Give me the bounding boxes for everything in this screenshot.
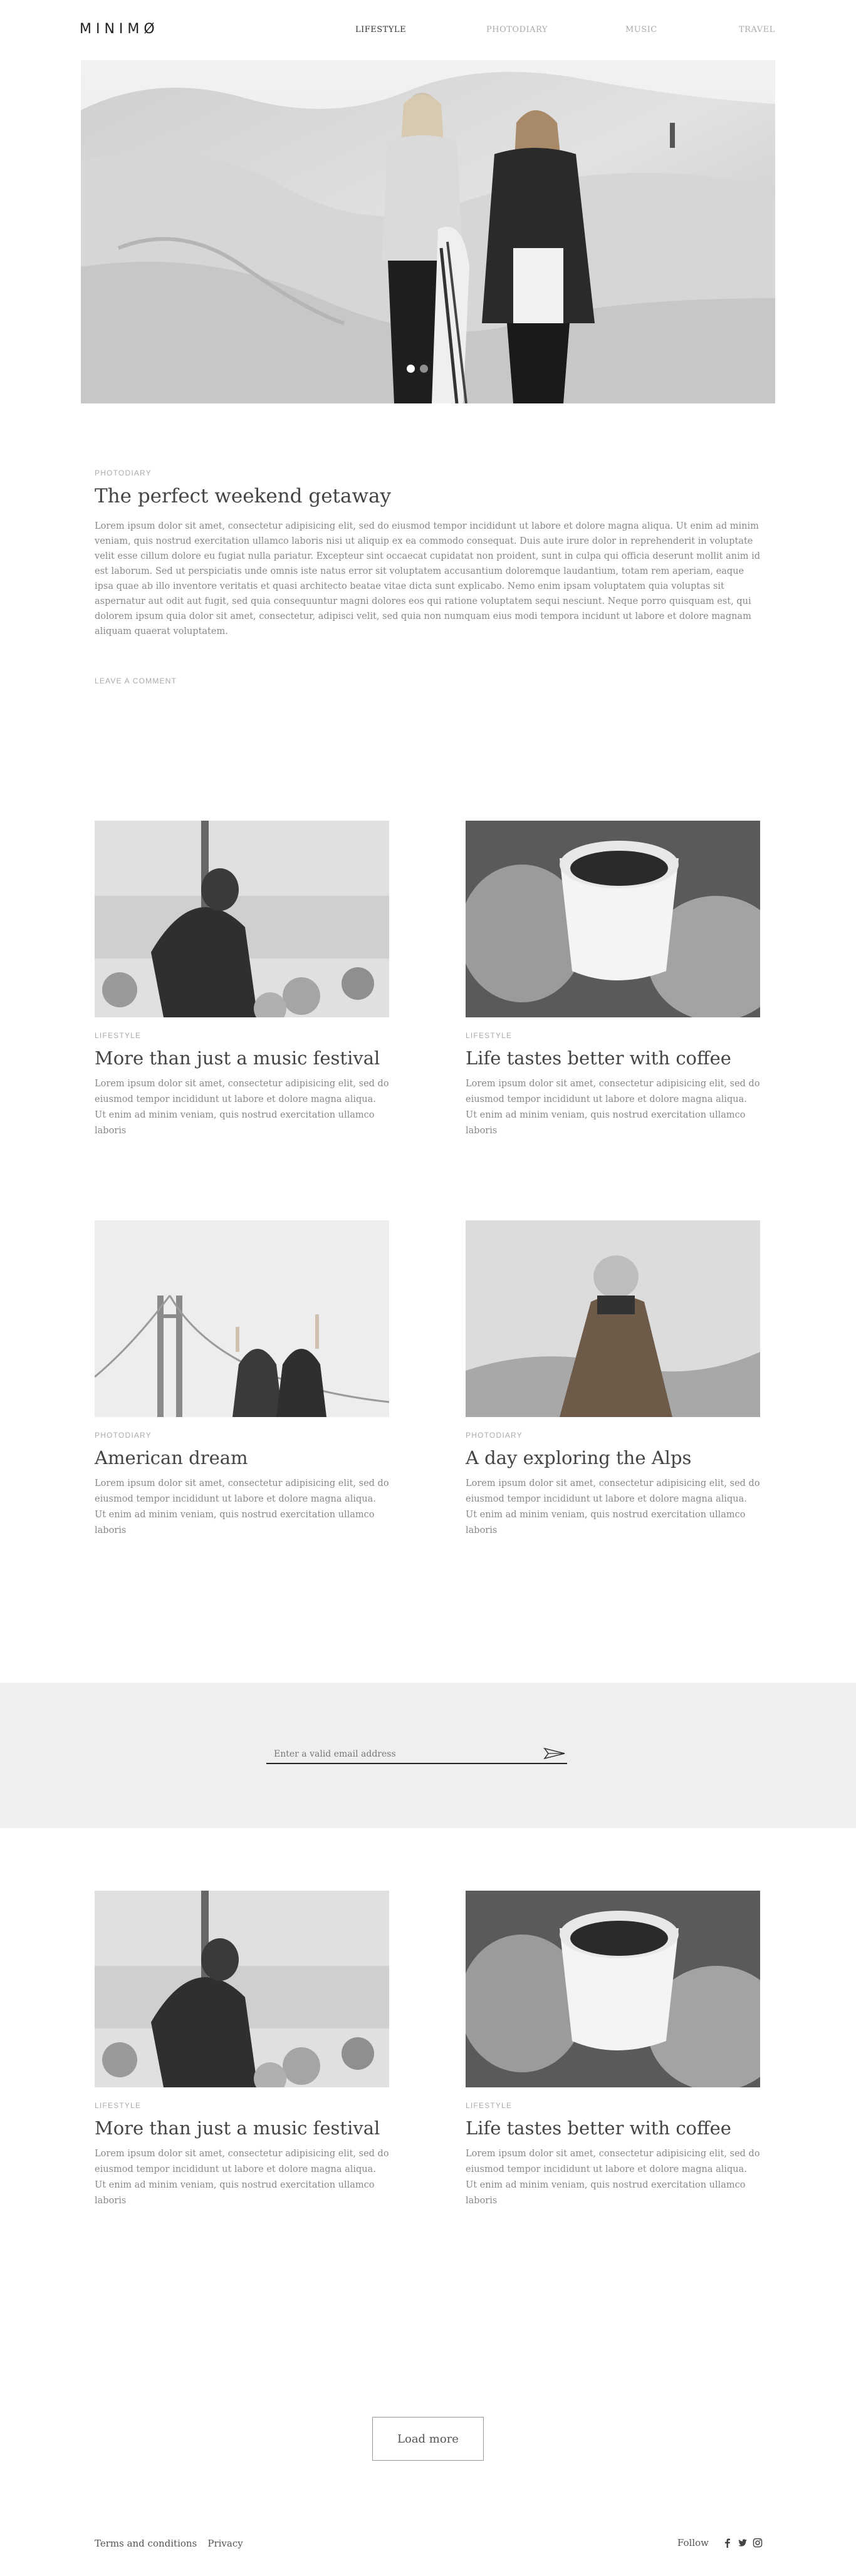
post-category[interactable]: PHOTODIARY xyxy=(466,1431,760,1440)
post-title[interactable]: American dream xyxy=(95,1447,389,1468)
post-title[interactable]: More than just a music festival xyxy=(95,1047,389,1069)
site-header: MINIMØ LIFESTYLE PHOTODIARY MUSIC TRAVEL xyxy=(0,0,856,60)
post-title[interactable]: A day exploring the Alps xyxy=(466,1447,760,1468)
post-card[interactable]: LIFESTYLE Life tastes better with coffee… xyxy=(466,1891,760,2209)
post-card[interactable]: LIFESTYLE Life tastes better with coffee… xyxy=(466,821,760,1139)
post-card[interactable]: LIFESTYLE More than just a music festiva… xyxy=(95,821,389,1139)
email-field[interactable] xyxy=(274,1747,537,1762)
post-thumbnail[interactable] xyxy=(466,1891,760,2087)
coffee-image xyxy=(466,821,760,1017)
post-title[interactable]: More than just a music festival xyxy=(95,2117,389,2139)
footer-social: Follow xyxy=(677,2537,763,2548)
post-category[interactable]: LIFESTYLE xyxy=(95,1031,389,1040)
nav-item-travel[interactable]: TRAVEL xyxy=(739,25,775,34)
follow-label: Follow xyxy=(677,2537,709,2548)
post-excerpt: Lorem ipsum dolor sit amet, consectetur … xyxy=(95,1478,389,1535)
terms-link[interactable]: Terms and conditions xyxy=(95,2538,197,2549)
newsletter-submit-button[interactable] xyxy=(542,1745,567,1763)
slider-dot-2[interactable] xyxy=(420,365,428,373)
privacy-link[interactable]: Privacy xyxy=(207,2538,243,2549)
alps-image xyxy=(466,1220,760,1417)
post-title[interactable]: Life tastes better with coffee xyxy=(466,2117,760,2139)
post-card[interactable]: PHOTODIARY A day exploring the Alps Lore… xyxy=(466,1220,760,1539)
featured-title[interactable]: The perfect weekend getaway xyxy=(95,485,761,507)
footer-links: Terms and conditions Privacy xyxy=(95,2537,251,2549)
festival-image xyxy=(95,1891,389,2087)
post-thumbnail[interactable] xyxy=(95,1220,389,1417)
festival-image xyxy=(95,821,389,1017)
post-thumbnail[interactable] xyxy=(95,1891,389,2087)
post-thumbnail[interactable] xyxy=(95,821,389,1017)
facebook-icon[interactable] xyxy=(723,2538,733,2548)
featured-body: Lorem ipsum dolor sit amet, consectetur … xyxy=(95,521,760,636)
newsletter-form xyxy=(266,1745,567,1764)
newsletter-section xyxy=(0,1683,856,1828)
nav-item-photodiary[interactable]: PHOTODIARY xyxy=(486,25,548,34)
hero-image xyxy=(81,60,775,403)
post-category[interactable]: PHOTODIARY xyxy=(95,1431,389,1440)
post-excerpt: Lorem ipsum dolor sit amet, consectetur … xyxy=(466,1079,760,1136)
coffee-image xyxy=(466,1891,760,2087)
nav-item-lifestyle[interactable]: LIFESTYLE xyxy=(355,25,406,34)
instagram-icon[interactable] xyxy=(753,2538,763,2548)
hero-slider[interactable] xyxy=(81,60,775,403)
post-category[interactable]: LIFESTYLE xyxy=(95,2101,389,2110)
post-category[interactable]: LIFESTYLE xyxy=(466,2101,760,2110)
nav-item-music[interactable]: MUSIC xyxy=(625,25,657,34)
post-card[interactable]: PHOTODIARY American dream Lorem ipsum do… xyxy=(95,1220,389,1539)
paper-plane-icon xyxy=(543,1747,565,1759)
post-excerpt: Lorem ipsum dolor sit amet, consectetur … xyxy=(466,2149,760,2206)
featured-post: PHOTODIARY The perfect weekend getaway L… xyxy=(95,469,761,639)
post-category[interactable]: LIFESTYLE xyxy=(466,1031,760,1040)
post-excerpt: Lorem ipsum dolor sit amet, consectetur … xyxy=(95,1079,389,1136)
post-card[interactable]: LIFESTYLE More than just a music festiva… xyxy=(95,1891,389,2209)
post-excerpt: Lorem ipsum dolor sit amet, consectetur … xyxy=(95,2149,389,2206)
slider-dot-1[interactable] xyxy=(407,365,415,373)
bridge-image xyxy=(95,1220,389,1417)
leave-comment-link[interactable]: LEAVE A COMMENT xyxy=(95,677,177,685)
site-footer: Terms and conditions Privacy Follow xyxy=(0,2531,856,2556)
post-thumbnail[interactable] xyxy=(466,1220,760,1417)
load-more-button[interactable]: Load more xyxy=(372,2417,484,2461)
site-logo[interactable]: MINIMØ xyxy=(80,21,159,37)
post-thumbnail[interactable] xyxy=(466,821,760,1017)
post-excerpt: Lorem ipsum dolor sit amet, consectetur … xyxy=(466,1478,760,1535)
post-title[interactable]: Life tastes better with coffee xyxy=(466,1047,760,1069)
twitter-icon[interactable] xyxy=(738,2538,748,2548)
featured-category[interactable]: PHOTODIARY xyxy=(95,469,761,477)
